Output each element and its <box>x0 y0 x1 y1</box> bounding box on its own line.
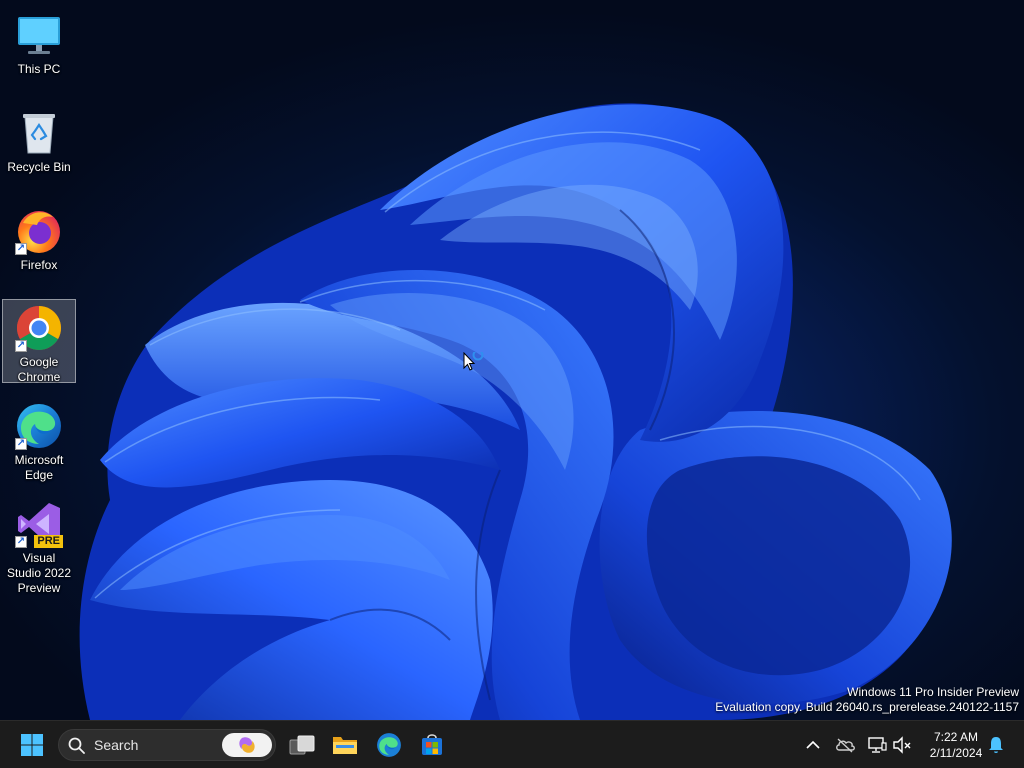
taskbar: Search 7:22 AM 2/11/2024 <box>0 720 1024 768</box>
desktop-icon-label: Microsoft Edge <box>14 453 64 482</box>
search-highlight-icon[interactable] <box>222 733 272 757</box>
desktop-icon-google-chrome[interactable]: ↗ Google Chrome <box>2 299 76 384</box>
onedrive-offline-icon <box>836 738 855 753</box>
network-button[interactable] <box>865 733 889 757</box>
firefox-icon: ↗ <box>15 207 63 255</box>
desktop-icon-label: Recycle Bin <box>7 160 71 174</box>
edge-icon <box>377 733 401 757</box>
search-placeholder: Search <box>94 737 139 753</box>
shortcut-arrow-icon: ↗ <box>15 340 27 352</box>
notifications-button[interactable] <box>984 733 1008 757</box>
edge-icon: ↗ <box>15 402 63 450</box>
desktop-icon-label: Visual Studio 2022 Preview <box>6 551 72 595</box>
search-icon <box>68 737 85 754</box>
desktop-icon-label: Google Chrome <box>17 355 61 384</box>
watermark-build: Evaluation copy. Build 26040.rs_prerelea… <box>715 700 1019 714</box>
clock-date: 2/11/2024 <box>929 746 983 760</box>
recycle-bin-icon <box>15 109 63 157</box>
desktop-icon-recycle-bin[interactable]: Recycle Bin <box>2 104 76 176</box>
file-explorer-button[interactable] <box>325 725 365 765</box>
visual-studio-icon: PRE ↗ <box>15 500 63 548</box>
watermark-edition: Windows 11 Pro Insider Preview <box>847 685 1019 699</box>
chevron-up-icon <box>806 740 820 749</box>
desktop-icon-microsoft-edge[interactable]: ↗ Microsoft Edge <box>2 397 76 484</box>
folder-icon <box>333 737 357 754</box>
task-view-icon <box>289 735 315 755</box>
shortcut-arrow-icon: ↗ <box>15 536 27 548</box>
start-button[interactable] <box>12 725 52 765</box>
volume-muted-icon <box>893 736 911 754</box>
show-hidden-icons-button[interactable] <box>801 733 825 757</box>
shortcut-arrow-icon: ↗ <box>15 243 27 255</box>
desktop[interactable]: This PC Recycle Bin ↗ Firefox ↗ Google C… <box>0 0 1024 720</box>
monitor-icon <box>15 11 63 59</box>
desktop-icon-this-pc[interactable]: This PC <box>2 6 76 78</box>
windows-watermark: Windows 11 Pro Insider Preview Evaluatio… <box>715 685 1019 715</box>
busy-cursor-icon <box>463 352 484 371</box>
onedrive-button[interactable] <box>833 733 857 757</box>
shortcut-arrow-icon: ↗ <box>15 438 27 450</box>
desktop-icon-label: Firefox <box>20 258 58 272</box>
clock[interactable]: 7:22 AM 2/11/2024 <box>918 729 994 761</box>
desktop-icon-firefox[interactable]: ↗ Firefox <box>2 202 76 274</box>
microsoft-store-button[interactable] <box>412 725 452 765</box>
clock-time: 7:22 AM <box>933 730 979 744</box>
chrome-icon: ↗ <box>15 304 63 352</box>
volume-button[interactable] <box>890 733 914 757</box>
store-icon <box>422 734 442 755</box>
taskbar-search-box[interactable]: Search <box>58 729 276 761</box>
notification-bell-icon <box>989 737 1003 753</box>
desktop-icon-visual-studio-2022-preview[interactable]: PRE ↗ Visual Studio 2022 Preview <box>2 495 76 597</box>
wallpaper-bloom <box>79 103 952 720</box>
windows-start-icon <box>21 734 43 756</box>
task-view-button[interactable] <box>282 725 322 765</box>
network-icon <box>868 737 887 753</box>
edge-taskbar-button[interactable] <box>369 725 409 765</box>
desktop-icon-label: This PC <box>17 62 61 76</box>
preview-badge: PRE <box>34 535 63 548</box>
